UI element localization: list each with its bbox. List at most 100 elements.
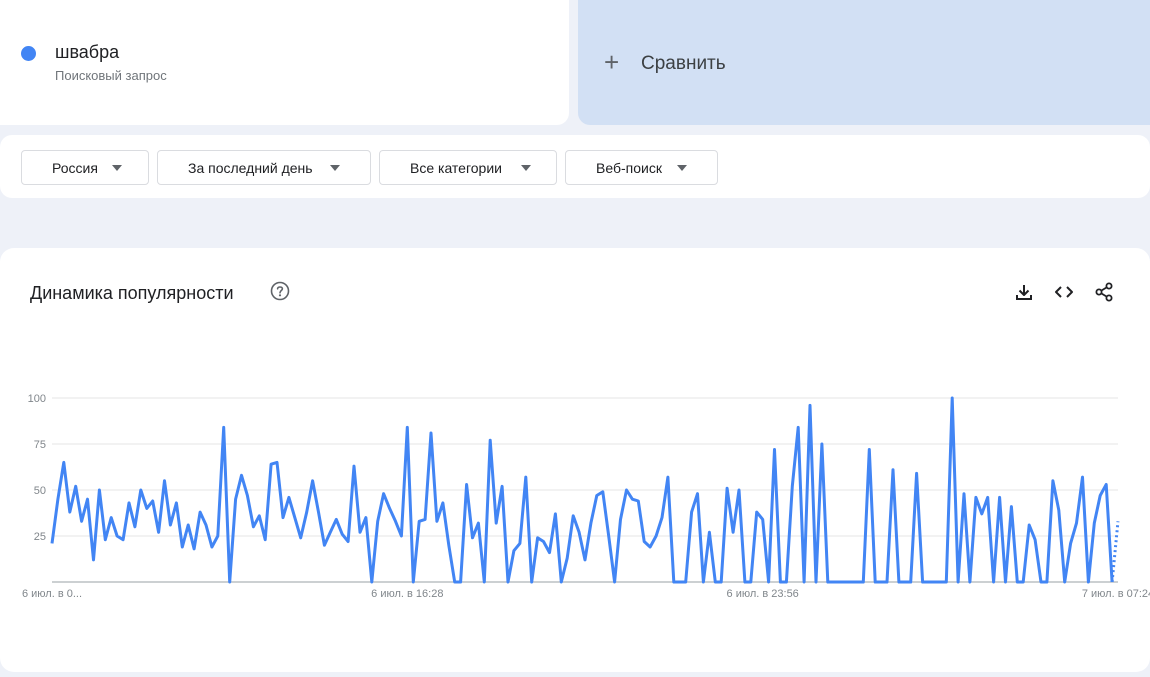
data-point[interactable] — [128, 502, 130, 504]
data-point[interactable] — [726, 487, 728, 489]
data-point[interactable] — [993, 581, 995, 583]
data-point[interactable] — [1093, 522, 1095, 524]
data-point[interactable] — [768, 581, 770, 583]
data-point[interactable] — [815, 581, 817, 583]
data-point[interactable] — [554, 513, 556, 515]
data-point[interactable] — [246, 495, 248, 497]
data-point[interactable] — [217, 535, 219, 537]
data-point[interactable] — [169, 524, 171, 526]
data-point[interactable] — [81, 520, 83, 522]
data-point[interactable] — [400, 535, 402, 537]
data-point[interactable] — [1111, 581, 1113, 583]
data-point[interactable] — [318, 511, 320, 513]
data-point[interactable] — [673, 581, 675, 583]
data-point[interactable] — [418, 520, 420, 522]
data-point[interactable] — [797, 426, 799, 428]
data-point[interactable] — [886, 581, 888, 583]
data-point[interactable] — [785, 581, 787, 583]
data-point[interactable] — [702, 581, 704, 583]
data-point[interactable] — [933, 581, 935, 583]
data-point[interactable] — [448, 544, 450, 546]
data-point[interactable] — [1082, 476, 1084, 478]
data-point[interactable] — [708, 531, 710, 533]
data-point[interactable] — [661, 517, 663, 519]
data-point[interactable] — [288, 496, 290, 498]
data-point[interactable] — [560, 581, 562, 583]
data-point[interactable] — [75, 485, 77, 487]
data-point[interactable] — [389, 507, 391, 509]
data-point[interactable] — [519, 542, 521, 544]
data-point[interactable] — [827, 581, 829, 583]
data-point[interactable] — [175, 502, 177, 504]
data-point[interactable] — [756, 511, 758, 513]
data-point[interactable] — [525, 476, 527, 478]
data-point[interactable] — [1099, 495, 1101, 497]
data-point[interactable] — [1034, 539, 1036, 541]
data-point[interactable] — [945, 581, 947, 583]
data-point[interactable] — [898, 581, 900, 583]
data-point[interactable] — [312, 480, 314, 482]
data-point[interactable] — [104, 539, 106, 541]
data-point[interactable] — [264, 539, 266, 541]
data-point[interactable] — [892, 469, 894, 471]
data-point[interactable] — [738, 489, 740, 491]
data-point[interactable] — [371, 581, 373, 583]
data-point[interactable] — [454, 581, 456, 583]
data-point[interactable] — [549, 552, 551, 554]
data-point[interactable] — [1070, 542, 1072, 544]
data-point[interactable] — [975, 496, 977, 498]
data-point[interactable] — [1058, 509, 1060, 511]
data-point[interactable] — [720, 581, 722, 583]
data-point[interactable] — [460, 581, 462, 583]
data-point[interactable] — [424, 518, 426, 520]
data-point[interactable] — [951, 397, 953, 399]
data-point[interactable] — [631, 498, 633, 500]
data-point[interactable] — [110, 517, 112, 519]
data-point[interactable] — [193, 548, 195, 550]
data-point[interactable] — [282, 517, 284, 519]
data-point[interactable] — [602, 491, 604, 493]
data-point[interactable] — [928, 581, 930, 583]
data-point[interactable] — [477, 522, 479, 524]
data-point[interactable] — [697, 493, 699, 495]
data-point[interactable] — [845, 581, 847, 583]
data-point[interactable] — [353, 465, 355, 467]
data-point[interactable] — [856, 581, 858, 583]
data-point[interactable] — [513, 550, 515, 552]
data-point[interactable] — [833, 581, 835, 583]
data-point[interactable] — [258, 515, 260, 517]
data-point[interactable] — [590, 522, 592, 524]
data-point[interactable] — [489, 439, 491, 441]
data-point[interactable] — [957, 581, 959, 583]
data-point[interactable] — [341, 533, 343, 535]
data-point[interactable] — [572, 515, 574, 517]
data-point[interactable] — [329, 531, 331, 533]
data-point[interactable] — [803, 581, 805, 583]
data-point[interactable] — [395, 520, 397, 522]
data-point[interactable] — [1064, 581, 1066, 583]
data-point[interactable] — [1052, 480, 1054, 482]
data-point[interactable] — [999, 496, 1001, 498]
data-point[interactable] — [270, 463, 272, 465]
data-point[interactable] — [98, 489, 100, 491]
data-point[interactable] — [969, 581, 971, 583]
data-point[interactable] — [667, 476, 669, 478]
data-point[interactable] — [164, 480, 166, 482]
data-point[interactable] — [472, 537, 474, 539]
data-point[interactable] — [466, 484, 468, 486]
data-point[interactable] — [495, 522, 497, 524]
data-point[interactable] — [122, 539, 124, 541]
data-point[interactable] — [229, 581, 231, 583]
data-point[interactable] — [1016, 581, 1018, 583]
data-point[interactable] — [140, 489, 142, 491]
data-point[interactable] — [779, 581, 781, 583]
data-point[interactable] — [939, 581, 941, 583]
data-point[interactable] — [187, 524, 189, 526]
data-point[interactable] — [614, 581, 616, 583]
data-point[interactable] — [383, 493, 385, 495]
data-point[interactable] — [483, 581, 485, 583]
data-point[interactable] — [69, 511, 71, 513]
data-point[interactable] — [359, 531, 361, 533]
data-point[interactable] — [205, 524, 207, 526]
data-point[interactable] — [300, 537, 302, 539]
